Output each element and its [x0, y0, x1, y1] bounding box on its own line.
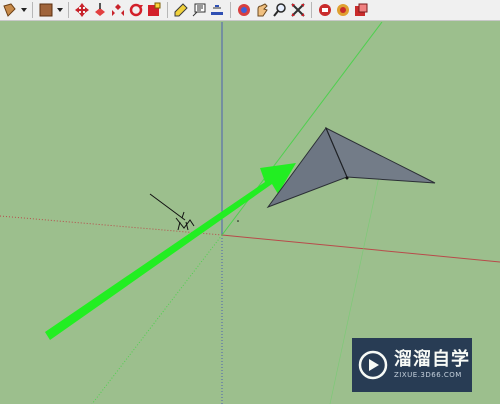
protractor-icon[interactable]: [209, 2, 225, 18]
tape-measure-icon[interactable]: [173, 2, 189, 18]
green-arrow: [45, 163, 296, 340]
push-pull-icon[interactable]: [92, 2, 108, 18]
orbit-icon[interactable]: [236, 2, 252, 18]
watermark-url: ZIXUE.3D66.COM: [394, 371, 462, 379]
paint-bucket-icon[interactable]: [2, 2, 18, 18]
model-vertex: [345, 176, 349, 180]
origin-marker: [237, 220, 239, 222]
zoom-extents-icon[interactable]: [290, 2, 306, 18]
warehouse-icon[interactable]: [317, 2, 333, 18]
material-icon[interactable]: [38, 2, 54, 18]
toolbar: [0, 0, 500, 21]
scale-icon[interactable]: [128, 2, 144, 18]
toolbar-separator: [167, 2, 168, 18]
pan-icon[interactable]: [254, 2, 270, 18]
text-icon[interactable]: [191, 2, 207, 18]
play-logo-icon: [358, 350, 388, 380]
move-icon[interactable]: [74, 2, 90, 18]
toolbar-separator: [230, 2, 231, 18]
watermark-title: 溜溜自学: [394, 349, 470, 370]
red-axis: [221, 234, 500, 263]
toolbar-separator: [311, 2, 312, 18]
get-models-icon[interactable]: [335, 2, 351, 18]
offset-icon[interactable]: [146, 2, 162, 18]
person-figure: [149, 193, 195, 231]
paint-dropdown-arrow[interactable]: [20, 2, 27, 18]
share-model-icon[interactable]: [353, 2, 369, 18]
material-dropdown-arrow[interactable]: [56, 2, 63, 18]
rotate-icon[interactable]: [110, 2, 126, 18]
watermark-text: 溜溜自学 ZIXUE.3D66.COM: [394, 350, 470, 380]
toolbar-separator: [32, 2, 33, 18]
zoom-icon[interactable]: [272, 2, 288, 18]
toolbar-separator: [68, 2, 69, 18]
green-axis: [221, 22, 383, 236]
watermark: 溜溜自学 ZIXUE.3D66.COM: [352, 338, 472, 392]
red-axis-hidden: [0, 215, 223, 236]
